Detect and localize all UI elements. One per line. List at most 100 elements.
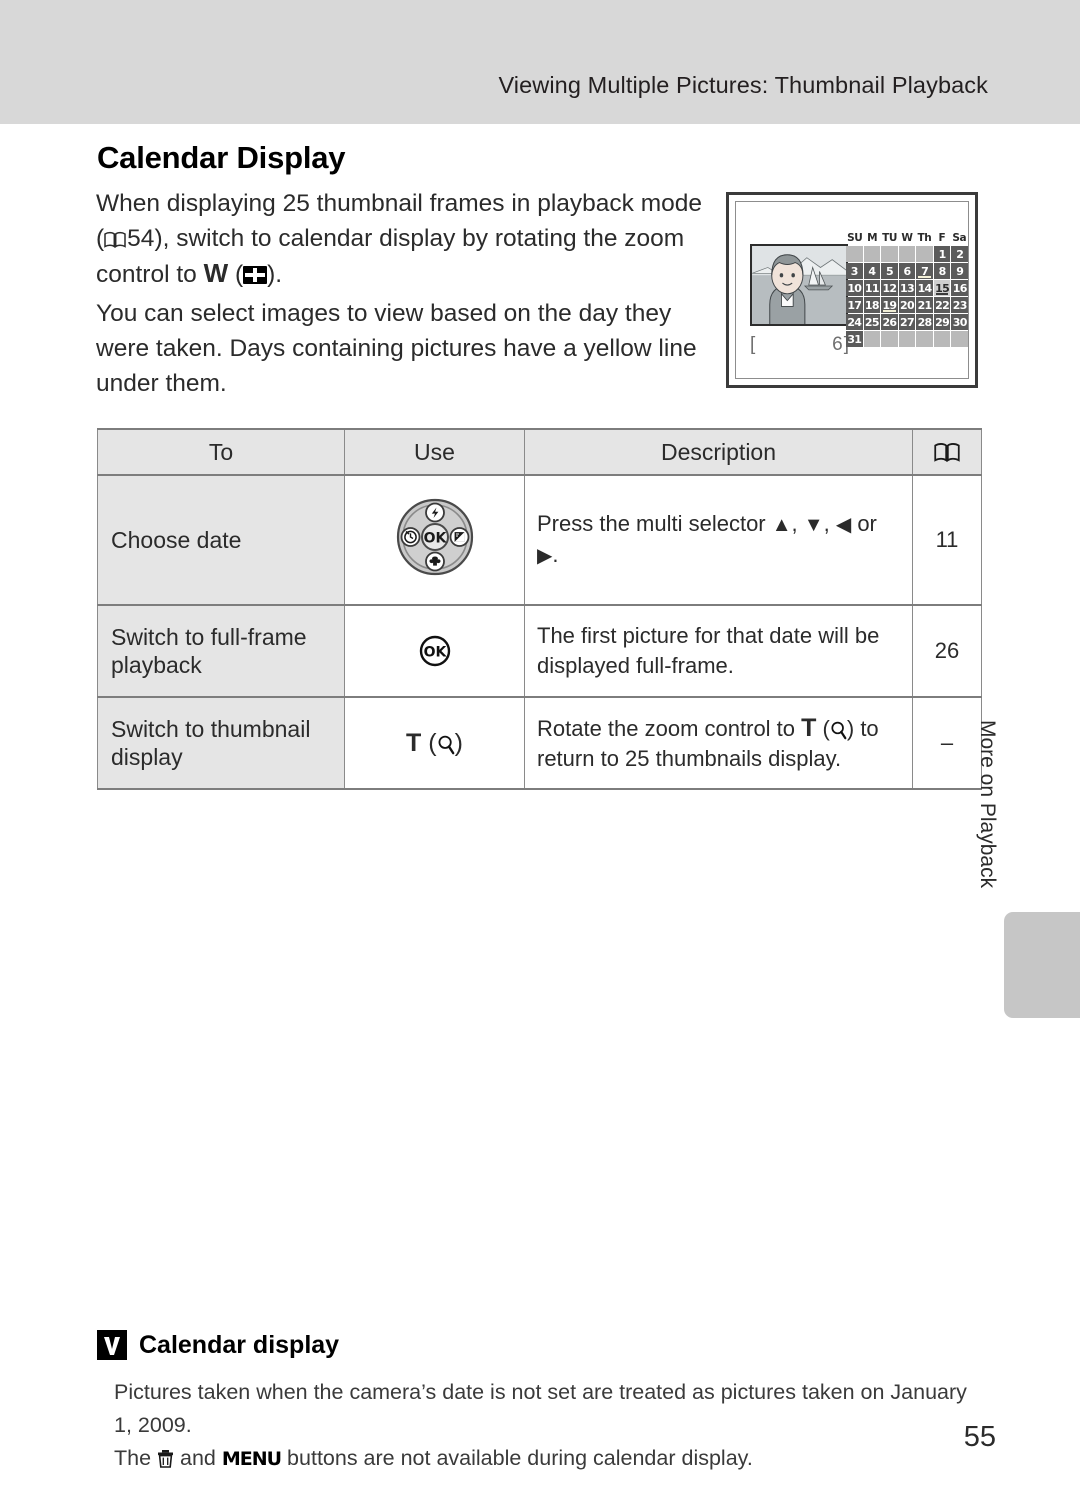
calendar-day-cell[interactable]: 28 [916,314,933,330]
calendar-empty-cell [898,246,916,262]
note-line2-and: and [174,1446,222,1470]
row-page-reference: 11 [912,474,982,606]
calendar-day-cell[interactable]: 10 [846,280,863,296]
calendar-day-cell[interactable]: 3 [846,263,863,279]
calendar-day-cell[interactable]: 31 [846,331,863,347]
calendar-day-cell[interactable]: 16 [951,280,968,296]
table-row: Switch to full-frame playback OK The fir… [97,604,982,698]
arrow-left-icon: ◀ [835,514,852,536]
page-number: 55 [963,1421,996,1453]
desc-text-a: Press the multi selector [537,511,772,536]
row-control-cell: T () [344,696,525,790]
desc-text-b: , [791,511,804,536]
lcd-preview-thumbnail [750,244,848,326]
calendar-empty-cell [916,331,933,347]
intro-paragraph-2: You can select images to view based on t… [96,300,697,397]
lcd-calendar: SU M TU W Th F Sa 1 2 3 4 5 6 7 8 9 10 11 12 13 14 15 16 17 18 1… [846,232,968,347]
calendar-day-cell[interactable]: 4 [863,263,881,279]
book-reference-icon [104,231,126,248]
calendar-weekday: TU [882,232,897,244]
calendar-empty-cell [863,331,881,347]
calendar-day-cell[interactable]: 7 [916,263,933,279]
column-header-page-reference [912,428,982,476]
page-header-band [0,0,1080,124]
note-body: Pictures taken when the camera’s date is… [97,1376,987,1476]
calendar-day-cell[interactable]: 24 [846,314,863,330]
calendar-weekday: W [901,232,913,244]
operations-table: To Use Description Choose date OK Press … [97,428,982,790]
row-action-label: Switch to full-frame playback [97,604,345,698]
lcd-picture-count: [6] [750,334,850,356]
row-page-reference: 26 [912,604,982,698]
intro-p1-part-c: ). [267,261,283,288]
calendar-day-cell[interactable]: 23 [951,297,968,313]
calendar-day-cell[interactable]: 19 [881,297,898,313]
calendar-day-cell[interactable]: 2 [951,246,968,262]
calendar-day-cell[interactable]: 1 [933,246,951,262]
desc-text-d: or [851,511,877,536]
calendar-day-cell[interactable]: 11 [863,280,881,296]
tele-zoom-icon: T () [406,728,463,757]
book-reference-icon [933,442,960,462]
row-description: The first picture for that date will be … [524,604,913,698]
desc-text-e: . [552,542,559,567]
calendar-day-cell[interactable]: 26 [881,314,898,330]
desc-text-a: Rotate the zoom control to [537,715,802,741]
calendar-day-cell[interactable]: 9 [951,263,968,279]
calendar-day-cell[interactable]: 6 [898,263,916,279]
tele-zoom-label: T [406,728,422,757]
calendar-day-cell[interactable]: 12 [881,280,898,296]
thumbnail-grid-icon [243,266,268,284]
calendar-day-cell[interactable]: 13 [898,280,916,296]
row-description: Rotate the zoom control to T () to retur… [524,696,913,790]
section-side-tab-marker [1004,912,1080,1018]
wide-zoom-label: W [203,258,229,288]
note-line-1: Pictures taken when the camera’s date is… [114,1380,967,1437]
menu-button-icon: MENU [221,1448,282,1470]
calendar-day-cell[interactable]: 25 [863,314,881,330]
calendar-weekday: SU [847,232,863,244]
table-header-row: To Use Description [97,428,982,476]
calendar-day-cell[interactable]: 8 [933,263,951,279]
table-row: Switch to thumbnail display T () Rotate … [97,696,982,790]
arrow-up-icon: ▲ [771,514,792,536]
calendar-day-grid: 1 2 3 4 5 6 7 8 9 10 11 12 13 14 15 16 17 18 19 20 21 22 23 24 2… [846,246,968,347]
calendar-day-cell[interactable]: 21 [916,297,933,313]
calendar-day-cell[interactable]: 22 [933,297,951,313]
desc-text-c: , [823,511,836,536]
note-line-2: The and MENU buttons are not available d… [114,1442,987,1476]
calendar-day-cell[interactable]: 5 [881,263,898,279]
svg-text:OK: OK [423,645,447,661]
magnifier-icon [831,721,847,739]
intro-p1-page-ref: 54 [127,225,155,252]
calendar-day-cell[interactable]: 27 [898,314,916,330]
calendar-weekday: Th [917,232,932,244]
section-side-label: More on Playback [976,720,999,889]
note-line2-b: buttons are not available during calenda… [281,1446,753,1470]
multi-selector-icon: OK [396,498,474,576]
row-description: Press the multi selector ▲, ▼, ◀ or ▶. [524,474,913,606]
calendar-weekday: F [938,232,946,244]
calendar-day-cell[interactable]: 20 [898,297,916,313]
column-header-to: To [97,428,345,476]
calendar-empty-cell [916,246,933,262]
calendar-day-cell[interactable]: 18 [863,297,881,313]
arrow-right-icon: ▶ [537,545,553,567]
calendar-day-cell[interactable]: 29 [933,314,951,330]
note-block: Calendar display Pictures taken when the… [97,1330,987,1476]
caution-checkmark-icon [97,1330,127,1360]
tele-zoom-label: T [801,713,817,742]
calendar-day-cell[interactable]: 14 [916,280,933,296]
calendar-day-cell[interactable]: 15 [933,280,951,296]
lcd-screen-area: [6] SU M TU W Th F Sa 1 2 3 4 5 6 7 8 9 10 11 12 13 14 15 16 1… [735,201,969,379]
row-control-cell: OK [344,474,525,606]
calendar-empty-cell [846,246,863,262]
calendar-empty-cell [933,331,951,347]
calendar-day-cell[interactable]: 17 [846,297,863,313]
calendar-day-cell[interactable]: 30 [951,314,968,330]
intro-text-block: When displaying 25 thumbnail frames in p… [96,186,706,405]
calendar-empty-cell [863,246,881,262]
arrow-down-icon: ▼ [803,514,824,536]
camera-lcd-illustration: [6] SU M TU W Th F Sa 1 2 3 4 5 6 7 8 9 10 11 12 13 14 15 16 1… [726,192,978,388]
calendar-weekday-header: SU M TU W Th F Sa [846,232,968,244]
